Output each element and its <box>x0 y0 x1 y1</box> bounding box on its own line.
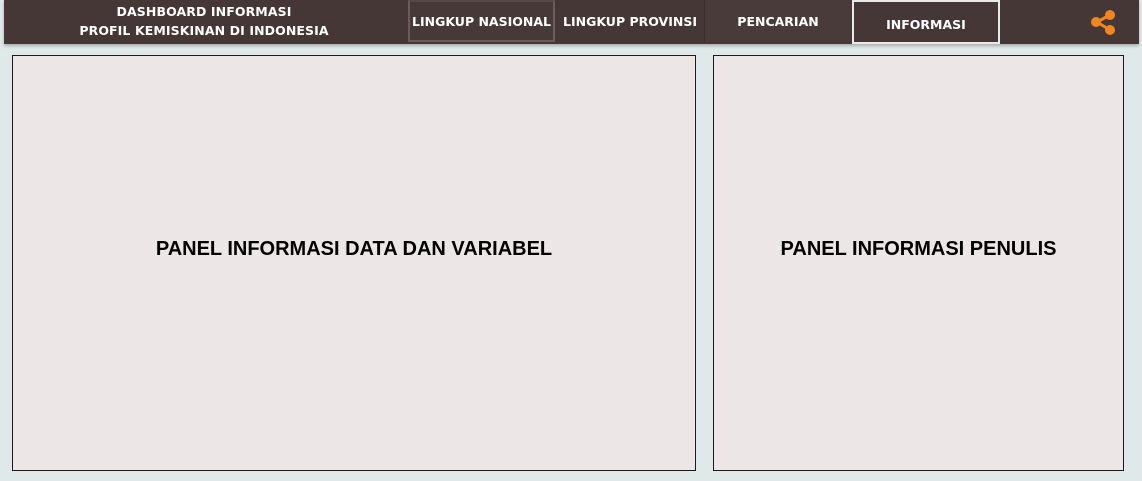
panel-penulis-label: PANEL INFORMASI PENULIS <box>780 237 1057 260</box>
tab-lingkup-nasional[interactable]: LINGKUP NASIONAL <box>408 0 555 42</box>
panel-penulis: PANEL INFORMASI PENULIS <box>713 55 1124 471</box>
tab-informasi[interactable]: INFORMASI <box>852 0 1000 44</box>
top-navigation-bar: DASHBOARD INFORMASI PROFIL KEMISKINAN DI… <box>4 0 1139 44</box>
tab-lingkup-provinsi[interactable]: LINGKUP PROVINSI <box>556 0 704 42</box>
app-title-line-1: DASHBOARD INFORMASI <box>116 4 292 19</box>
share-icon[interactable] <box>1089 9 1117 37</box>
app-title: DASHBOARD INFORMASI PROFIL KEMISKINAN DI… <box>4 2 404 40</box>
panel-data-variabel: PANEL INFORMASI DATA DAN VARIABEL <box>12 55 696 471</box>
panel-data-variabel-label: PANEL INFORMASI DATA DAN VARIABEL <box>155 237 553 260</box>
app-title-line-2: PROFIL KEMISKINAN DI INDONESIA <box>79 23 329 38</box>
tab-pencarian[interactable]: PENCARIAN <box>704 0 851 42</box>
